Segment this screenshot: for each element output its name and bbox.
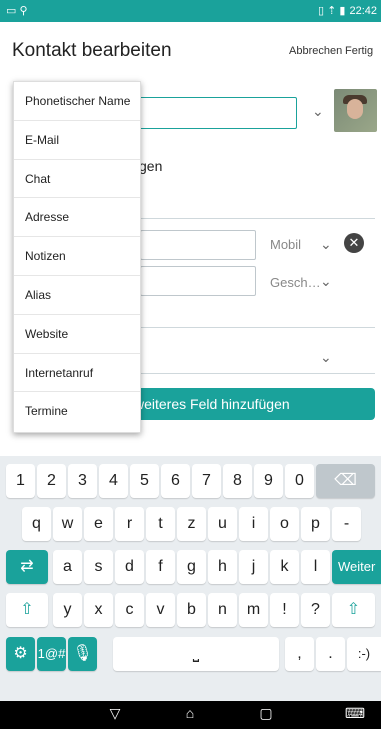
- key[interactable]: 0: [285, 464, 314, 498]
- key[interactable]: z: [177, 507, 206, 541]
- status-icons: ▯ ⇡ ▮: [318, 5, 346, 17]
- key[interactable]: c: [115, 593, 144, 627]
- key[interactable]: l: [301, 550, 330, 584]
- key[interactable]: o: [270, 507, 299, 541]
- key[interactable]: w: [53, 507, 82, 541]
- key[interactable]: n: [208, 593, 237, 627]
- gear-icon[interactable]: ⚙: [6, 637, 35, 671]
- key[interactable]: p: [301, 507, 330, 541]
- smiley-key[interactable]: :-): [347, 637, 381, 671]
- key[interactable]: 4: [99, 464, 128, 498]
- menu-item-phonetic-name[interactable]: Phonetischer Name: [14, 82, 140, 121]
- phone-type-label[interactable]: Mobil: [270, 237, 301, 252]
- key[interactable]: 9: [254, 464, 283, 498]
- key[interactable]: q: [22, 507, 51, 541]
- key[interactable]: 2: [37, 464, 66, 498]
- key[interactable]: x: [84, 593, 113, 627]
- next-button[interactable]: Weiter: [332, 550, 381, 584]
- backspace-icon[interactable]: ⌫: [316, 464, 375, 498]
- key[interactable]: h: [208, 550, 237, 584]
- key[interactable]: s: [84, 550, 113, 584]
- keyboard-icon[interactable]: ⌨: [335, 705, 375, 722]
- tab-icon[interactable]: ⇄: [6, 550, 48, 584]
- key[interactable]: -: [332, 507, 361, 541]
- page-title: Kontakt bearbeiten: [12, 40, 172, 61]
- shift-icon[interactable]: ⇧: [6, 593, 48, 627]
- space-bar[interactable]: ⎵: [113, 637, 279, 671]
- key[interactable]: b: [177, 593, 206, 627]
- key[interactable]: !: [270, 593, 299, 627]
- key[interactable]: ?: [301, 593, 330, 627]
- chevron-down-icon[interactable]: ⌄: [320, 236, 332, 253]
- key[interactable]: f: [146, 550, 175, 584]
- navigation-bar: ▽ ⌂ ▢ ⌨: [0, 701, 381, 729]
- microphone-icon[interactable]: 🎙: [68, 637, 97, 671]
- app-header: Kontakt bearbeiten Abbrechen Fertig: [0, 22, 381, 76]
- symbols-button[interactable]: 1@#: [37, 637, 66, 671]
- key[interactable]: g: [177, 550, 206, 584]
- section-partial-label: gen: [139, 158, 163, 174]
- phone-type-label-2[interactable]: Gesch…: [270, 275, 321, 290]
- avatar[interactable]: [334, 89, 377, 132]
- key[interactable]: i: [239, 507, 268, 541]
- phone-input-2[interactable]: [140, 266, 256, 296]
- menu-item-address[interactable]: Adresse: [14, 198, 140, 238]
- key[interactable]: 8: [223, 464, 252, 498]
- menu-item-dates[interactable]: Termine: [14, 392, 140, 431]
- add-field-label: weiteres Feld hinzufügen: [134, 396, 290, 412]
- key[interactable]: v: [146, 593, 175, 627]
- chevron-down-icon[interactable]: ⌄: [312, 103, 324, 120]
- status-time: 22:42: [349, 4, 377, 17]
- key[interactable]: j: [239, 550, 268, 584]
- shift-icon[interactable]: ⇧: [332, 593, 375, 627]
- status-right: ▯ ⇡ ▮ 22:42: [318, 4, 377, 18]
- cancel-button[interactable]: Abbrechen: [289, 45, 342, 57]
- key[interactable]: 7: [192, 464, 221, 498]
- key[interactable]: y: [53, 593, 82, 627]
- menu-item-chat[interactable]: Chat: [14, 160, 140, 199]
- menu-item-notes[interactable]: Notizen: [14, 237, 140, 276]
- key[interactable]: ,: [285, 637, 314, 671]
- key[interactable]: r: [115, 507, 144, 541]
- key[interactable]: 5: [130, 464, 159, 498]
- recents-icon[interactable]: ▢: [246, 705, 286, 722]
- status-bar: ▭ ⚲ ▯ ⇡ ▮ 22:42: [0, 0, 381, 22]
- key[interactable]: e: [84, 507, 113, 541]
- done-button[interactable]: Fertig: [345, 45, 373, 57]
- key[interactable]: u: [208, 507, 237, 541]
- home-icon[interactable]: ⌂: [170, 705, 210, 721]
- keyboard: 1 2 3 4 5 6 7 8 9 0 ⌫ q w e r t z u i o …: [0, 456, 381, 701]
- key[interactable]: d: [115, 550, 144, 584]
- status-left-icons: ▭ ⚲: [6, 5, 28, 17]
- key[interactable]: 1: [6, 464, 35, 498]
- field-type-menu: Phonetischer Name E-Mail Chat Adresse No…: [13, 81, 141, 433]
- key[interactable]: 6: [161, 464, 190, 498]
- key[interactable]: k: [270, 550, 299, 584]
- back-icon[interactable]: ▽: [95, 705, 135, 722]
- key[interactable]: .: [316, 637, 345, 671]
- menu-item-website[interactable]: Website: [14, 315, 140, 354]
- chevron-down-icon[interactable]: ⌄: [320, 273, 332, 290]
- menu-item-internet-call[interactable]: Internetanruf: [14, 354, 140, 393]
- remove-phone-icon[interactable]: ✕: [344, 233, 364, 253]
- key[interactable]: a: [53, 550, 82, 584]
- chevron-down-icon[interactable]: ⌄: [320, 349, 332, 366]
- key[interactable]: t: [146, 507, 175, 541]
- key[interactable]: 3: [68, 464, 97, 498]
- key[interactable]: m: [239, 593, 268, 627]
- menu-item-alias[interactable]: Alias: [14, 276, 140, 315]
- menu-item-email[interactable]: E-Mail: [14, 121, 140, 160]
- phone-input[interactable]: [140, 230, 256, 260]
- name-input[interactable]: [130, 97, 297, 129]
